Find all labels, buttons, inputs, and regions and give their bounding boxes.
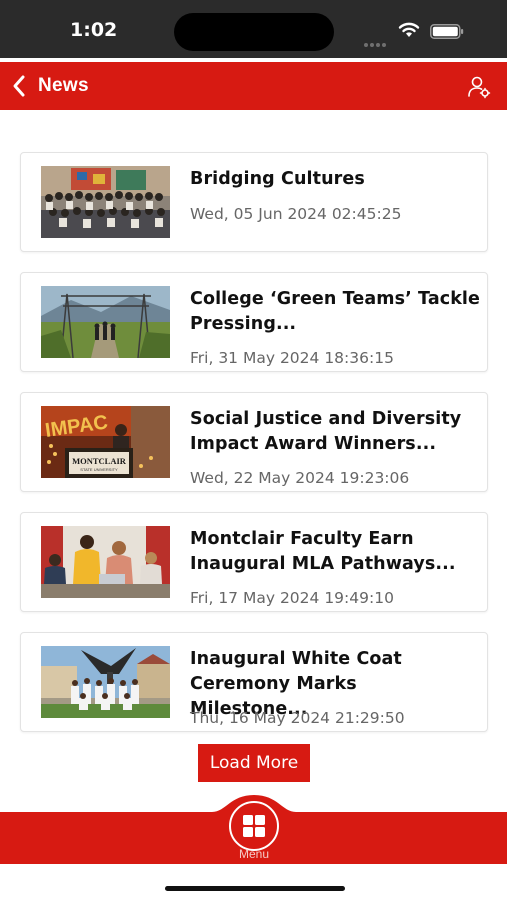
chevron-left-icon (13, 75, 25, 97)
news-title: College ‘Green Teams’ Tackle Pressing... (190, 289, 481, 334)
news-item[interactable]: Bridging Cultures Wed, 05 Jun 2024 02:45… (20, 152, 488, 252)
app-screen: 1:02 News Bridging Cultures Wed, 05 Jun … (0, 0, 507, 900)
dynamic-island (174, 13, 334, 51)
app-header: News (0, 62, 507, 110)
news-title: Social Justice and Diversity Impact Awar… (190, 409, 462, 454)
load-more-button[interactable]: Load More (198, 744, 310, 782)
podium-sign: MONTCLAIR (72, 456, 127, 466)
news-thumbnail (41, 646, 170, 718)
grid-icon (243, 815, 265, 837)
news-date: Wed, 05 Jun 2024 02:45:25 (190, 205, 402, 223)
news-item[interactable]: Montclair Faculty Earn Inaugural MLA Pat… (20, 512, 488, 612)
menu-label: Menu (238, 847, 270, 861)
news-date: Thu, 16 May 2024 21:29:50 (190, 709, 405, 727)
status-bar: 1:02 (0, 0, 507, 58)
back-button[interactable]: News (10, 70, 89, 102)
news-item[interactable]: IMPAC MONTCLAIR STATE UNIVERSITY Social … (20, 392, 488, 492)
podium-subtext: STATE UNIVERSITY (80, 467, 118, 472)
news-date: Fri, 31 May 2024 18:36:15 (190, 349, 394, 367)
page-title: News (38, 75, 89, 96)
news-list: Bridging Cultures Wed, 05 Jun 2024 02:45… (20, 152, 488, 752)
news-thumbnail (41, 166, 170, 238)
user-settings-icon[interactable] (467, 75, 491, 99)
cellular-signal-icon (364, 34, 390, 47)
news-item[interactable]: Inaugural White Coat Ceremony Marks Mile… (20, 632, 488, 732)
battery-icon (430, 24, 464, 39)
news-item[interactable]: College ‘Green Teams’ Tackle Pressing...… (20, 272, 488, 372)
news-thumbnail: IMPAC MONTCLAIR STATE UNIVERSITY (41, 406, 170, 478)
status-time: 1:02 (70, 19, 118, 41)
home-indicator[interactable] (165, 886, 345, 891)
news-title: Montclair Faculty Earn Inaugural MLA Pat… (190, 529, 456, 574)
menu-button[interactable] (229, 801, 279, 851)
news-thumbnail (41, 286, 170, 358)
news-title: Bridging Cultures (190, 169, 365, 189)
news-date: Fri, 17 May 2024 19:49:10 (190, 589, 394, 607)
wifi-icon (398, 22, 420, 37)
news-thumbnail (41, 526, 170, 598)
news-date: Wed, 22 May 2024 19:23:06 (190, 469, 410, 487)
